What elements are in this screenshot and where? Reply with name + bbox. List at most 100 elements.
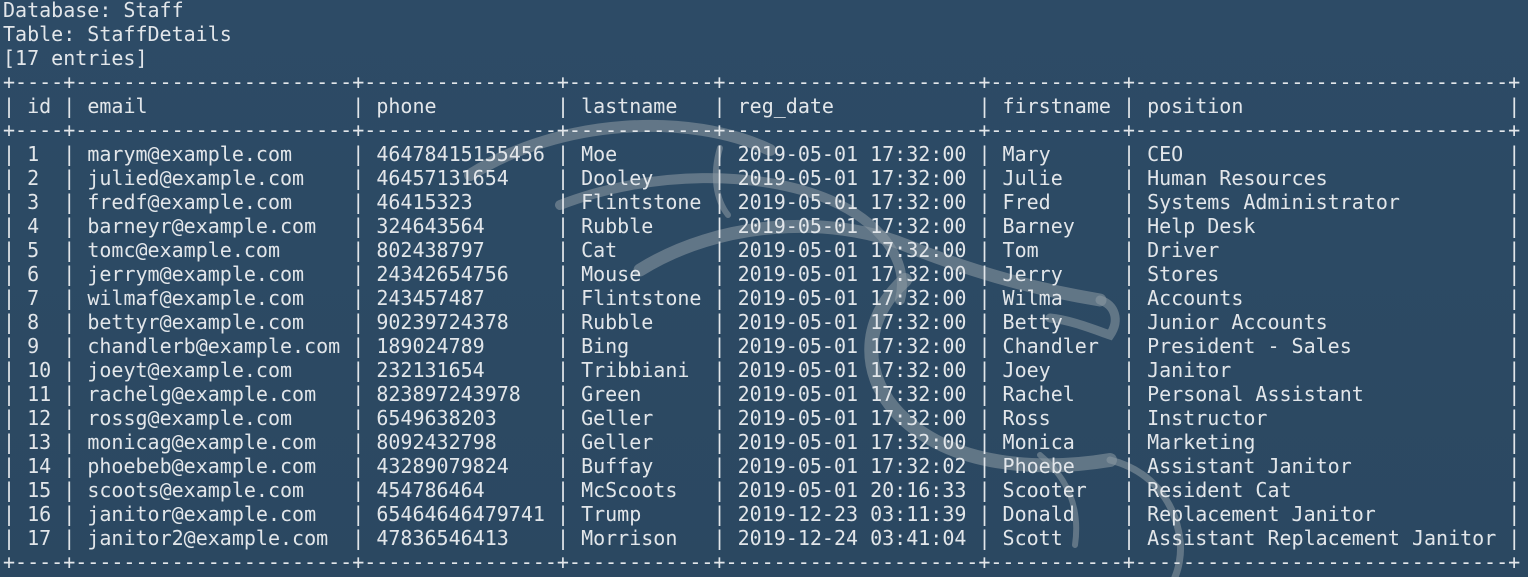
cell-phone: 46415323	[376, 190, 545, 214]
cell-position: Systems Administrator	[1147, 190, 1497, 214]
table-row: | 15 | scoots@example.com | 454786464 | …	[3, 478, 1521, 502]
table-row: | 17 | janitor2@example.com | 4783654641…	[3, 526, 1521, 550]
database-line: Database: Staff	[3, 0, 184, 22]
cell-position: Assistant Replacement Janitor	[1147, 526, 1497, 550]
cell-phone: 6549638203	[376, 406, 545, 430]
cell-reg-date: 2019-12-23 03:11:39	[737, 502, 967, 526]
cell-phone: 802438797	[376, 238, 545, 262]
cell-position: Stores	[1147, 262, 1497, 286]
cell-position: Human Resources	[1147, 166, 1497, 190]
cell-lastname: Mouse	[581, 262, 702, 286]
cell-phone: 454786464	[376, 478, 545, 502]
cell-firstname: Rachel	[1002, 382, 1111, 406]
cell-lastname: Moe	[581, 142, 702, 166]
cell-phone: 47836546413	[376, 526, 545, 550]
cell-lastname: Dooley	[581, 166, 702, 190]
cell-id: 12	[27, 406, 52, 430]
cell-email: chandlerb@example.com	[87, 334, 341, 358]
header-cell-position: position	[1147, 94, 1497, 118]
cell-lastname: Morrison	[581, 526, 702, 550]
terminal-output: Database: Staff Table: StaffDetails [17 en…	[3, 0, 1520, 574]
cell-reg-date: 2019-05-01 17:32:00	[737, 310, 967, 334]
header-cell-phone: phone	[376, 94, 545, 118]
cell-lastname: Trump	[581, 502, 702, 526]
cell-id: 14	[27, 454, 52, 478]
cell-firstname: Scooter	[1002, 478, 1111, 502]
cell-email: tomc@example.com	[87, 238, 341, 262]
cell-firstname: Scott	[1002, 526, 1111, 550]
cell-firstname: Monica	[1002, 430, 1111, 454]
cell-lastname: Buffay	[581, 454, 702, 478]
table-row: | 5 | tomc@example.com | 802438797 | Cat…	[3, 238, 1521, 262]
cell-reg-date: 2019-05-01 17:32:00	[737, 286, 967, 310]
cell-lastname: Flintstone	[581, 190, 702, 214]
cell-position: Help Desk	[1147, 214, 1497, 238]
table-row: | 6 | jerrym@example.com | 24342654756 |…	[3, 262, 1521, 286]
cell-phone: 46457131654	[376, 166, 545, 190]
cell-id: 9	[27, 334, 52, 358]
cell-email: marym@example.com	[87, 142, 341, 166]
cell-reg-date: 2019-05-01 17:32:00	[737, 406, 967, 430]
cell-phone: 8092432798	[376, 430, 545, 454]
cell-phone: 65464646479741	[376, 502, 545, 526]
cell-firstname: Donald	[1002, 502, 1111, 526]
cell-reg-date: 2019-05-01 17:32:00	[737, 334, 967, 358]
cell-phone: 24342654756	[376, 262, 545, 286]
cell-reg-date: 2019-05-01 17:32:00	[737, 238, 967, 262]
cell-reg-date: 2019-12-24 03:41:04	[737, 526, 967, 550]
cell-position: President - Sales	[1147, 334, 1497, 358]
cell-position: Accounts	[1147, 286, 1497, 310]
cell-reg-date: 2019-05-01 17:32:00	[737, 382, 967, 406]
table-row: | 3 | fredf@example.com | 46415323 | Fli…	[3, 190, 1521, 214]
cell-firstname: Ross	[1002, 406, 1111, 430]
cell-firstname: Wilma	[1002, 286, 1111, 310]
table-border-bottom: +----+-----------------------+----------…	[3, 550, 1521, 574]
cell-email: rachelg@example.com	[87, 382, 341, 406]
cell-firstname: Fred	[1002, 190, 1111, 214]
cell-reg-date: 2019-05-01 17:32:02	[737, 454, 967, 478]
cell-id: 3	[27, 190, 52, 214]
cell-position: Resident Cat	[1147, 478, 1497, 502]
cell-email: monicag@example.com	[87, 430, 341, 454]
cell-id: 11	[27, 382, 52, 406]
cell-reg-date: 2019-05-01 17:32:00	[737, 142, 967, 166]
cell-id: 1	[27, 142, 52, 166]
cell-email: janitor@example.com	[87, 502, 341, 526]
cell-email: julied@example.com	[87, 166, 341, 190]
table-row: | 12 | rossg@example.com | 6549638203 | …	[3, 406, 1521, 430]
cell-position: Instructor	[1147, 406, 1497, 430]
cell-email: scoots@example.com	[87, 478, 341, 502]
cell-phone: 90239724378	[376, 310, 545, 334]
cell-firstname: Jerry	[1002, 262, 1111, 286]
cell-firstname: Tom	[1002, 238, 1111, 262]
cell-firstname: Betty	[1002, 310, 1111, 334]
cell-lastname: Geller	[581, 406, 702, 430]
cell-id: 6	[27, 262, 52, 286]
table-row: | 8 | bettyr@example.com | 90239724378 |…	[3, 310, 1521, 334]
cell-phone: 189024789	[376, 334, 545, 358]
cell-email: joeyt@example.com	[87, 358, 341, 382]
cell-id: 7	[27, 286, 52, 310]
cell-id: 16	[27, 502, 52, 526]
table-row: | 16 | janitor@example.com | 65464646479…	[3, 502, 1521, 526]
cell-position: Junior Accounts	[1147, 310, 1497, 334]
cell-id: 13	[27, 430, 52, 454]
cell-reg-date: 2019-05-01 20:16:33	[737, 478, 967, 502]
header-cell-lastname: lastname	[581, 94, 702, 118]
table-header-row: | id | email | phone | lastname | reg_da…	[3, 94, 1521, 118]
cell-reg-date: 2019-05-01 17:32:00	[737, 190, 967, 214]
cell-id: 17	[27, 526, 52, 550]
header-cell-email: email	[87, 94, 341, 118]
cell-firstname: Phoebe	[1002, 454, 1111, 478]
cell-email: fredf@example.com	[87, 190, 341, 214]
cell-id: 15	[27, 478, 52, 502]
table-border-top: +----+-----------------------+----------…	[3, 70, 1521, 94]
cell-position: CEO	[1147, 142, 1497, 166]
cell-lastname: Flintstone	[581, 286, 702, 310]
cell-phone: 232131654	[376, 358, 545, 382]
cell-firstname: Chandler	[1002, 334, 1111, 358]
cell-email: barneyr@example.com	[87, 214, 341, 238]
cell-reg-date: 2019-05-01 17:32:00	[737, 214, 967, 238]
cell-id: 10	[27, 358, 52, 382]
cell-position: Driver	[1147, 238, 1497, 262]
